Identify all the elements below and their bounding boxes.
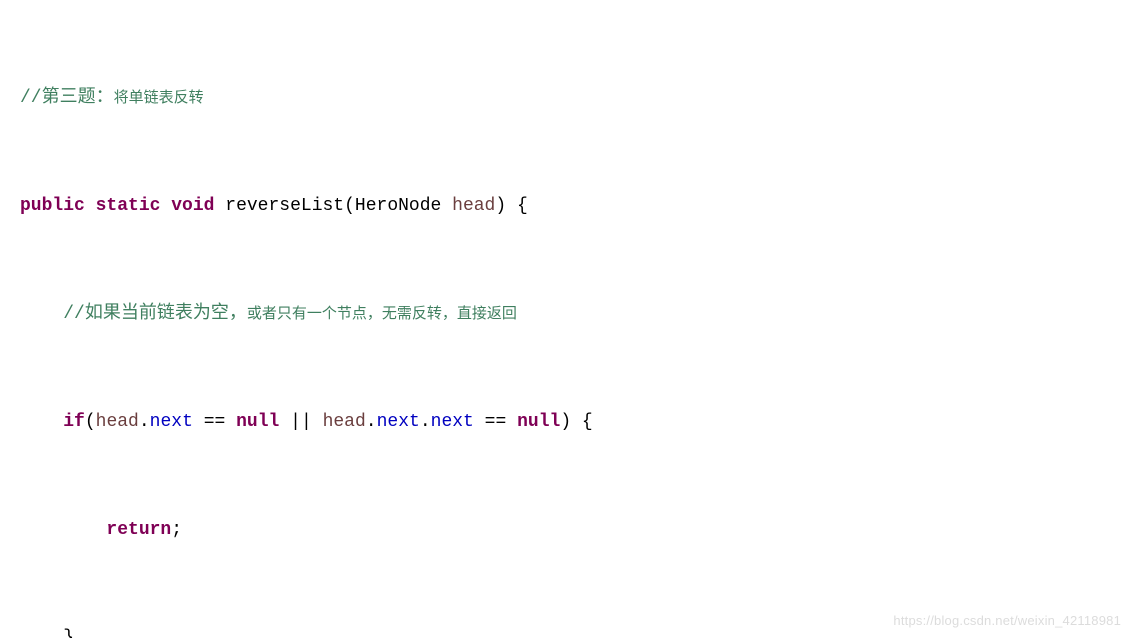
op: || bbox=[290, 412, 312, 432]
punct: . bbox=[139, 412, 150, 432]
ident: head bbox=[96, 412, 139, 432]
type: HeroNode bbox=[355, 196, 441, 216]
code-line: //第三题：将单链表反转 bbox=[0, 85, 1129, 112]
comment: //如果当前链表为空， bbox=[63, 304, 247, 324]
field: next bbox=[150, 412, 193, 432]
punct: ) { bbox=[560, 412, 592, 432]
code-line: if(head.next == null || head.next.next =… bbox=[0, 409, 1129, 436]
punct: . bbox=[366, 412, 377, 432]
code-line: return; bbox=[0, 517, 1129, 544]
op: == bbox=[485, 412, 507, 432]
code-editor[interactable]: //第三题：将单链表反转 public static void reverseL… bbox=[0, 0, 1129, 638]
ident: head bbox=[323, 412, 366, 432]
punct: ; bbox=[171, 520, 182, 540]
punct: } bbox=[63, 628, 74, 638]
punct: . bbox=[420, 412, 431, 432]
method-name: reverseList bbox=[225, 196, 344, 216]
comment: 或者只有一个节点，无需反转，直接返回 bbox=[247, 306, 517, 323]
punct: ( bbox=[85, 412, 96, 432]
code-line: //如果当前链表为空，或者只有一个节点，无需反转，直接返回 bbox=[0, 301, 1129, 328]
keyword-if: if bbox=[63, 412, 85, 432]
keyword-null: null bbox=[236, 412, 279, 432]
op: == bbox=[204, 412, 226, 432]
keyword-return: return bbox=[106, 520, 171, 540]
field: next bbox=[377, 412, 420, 432]
comment: //第三题： bbox=[20, 88, 114, 108]
comment: 将单链表反转 bbox=[114, 90, 204, 107]
punct: ) { bbox=[495, 196, 527, 216]
punct: ( bbox=[344, 196, 355, 216]
keyword-void: void bbox=[171, 196, 214, 216]
keyword-null: null bbox=[517, 412, 560, 432]
param: head bbox=[452, 196, 495, 216]
keyword-static: static bbox=[96, 196, 161, 216]
code-line: public static void reverseList(HeroNode … bbox=[0, 193, 1129, 220]
watermark: https://blog.csdn.net/weixin_42118981 bbox=[893, 607, 1121, 634]
field: next bbox=[431, 412, 474, 432]
keyword-public: public bbox=[20, 196, 85, 216]
